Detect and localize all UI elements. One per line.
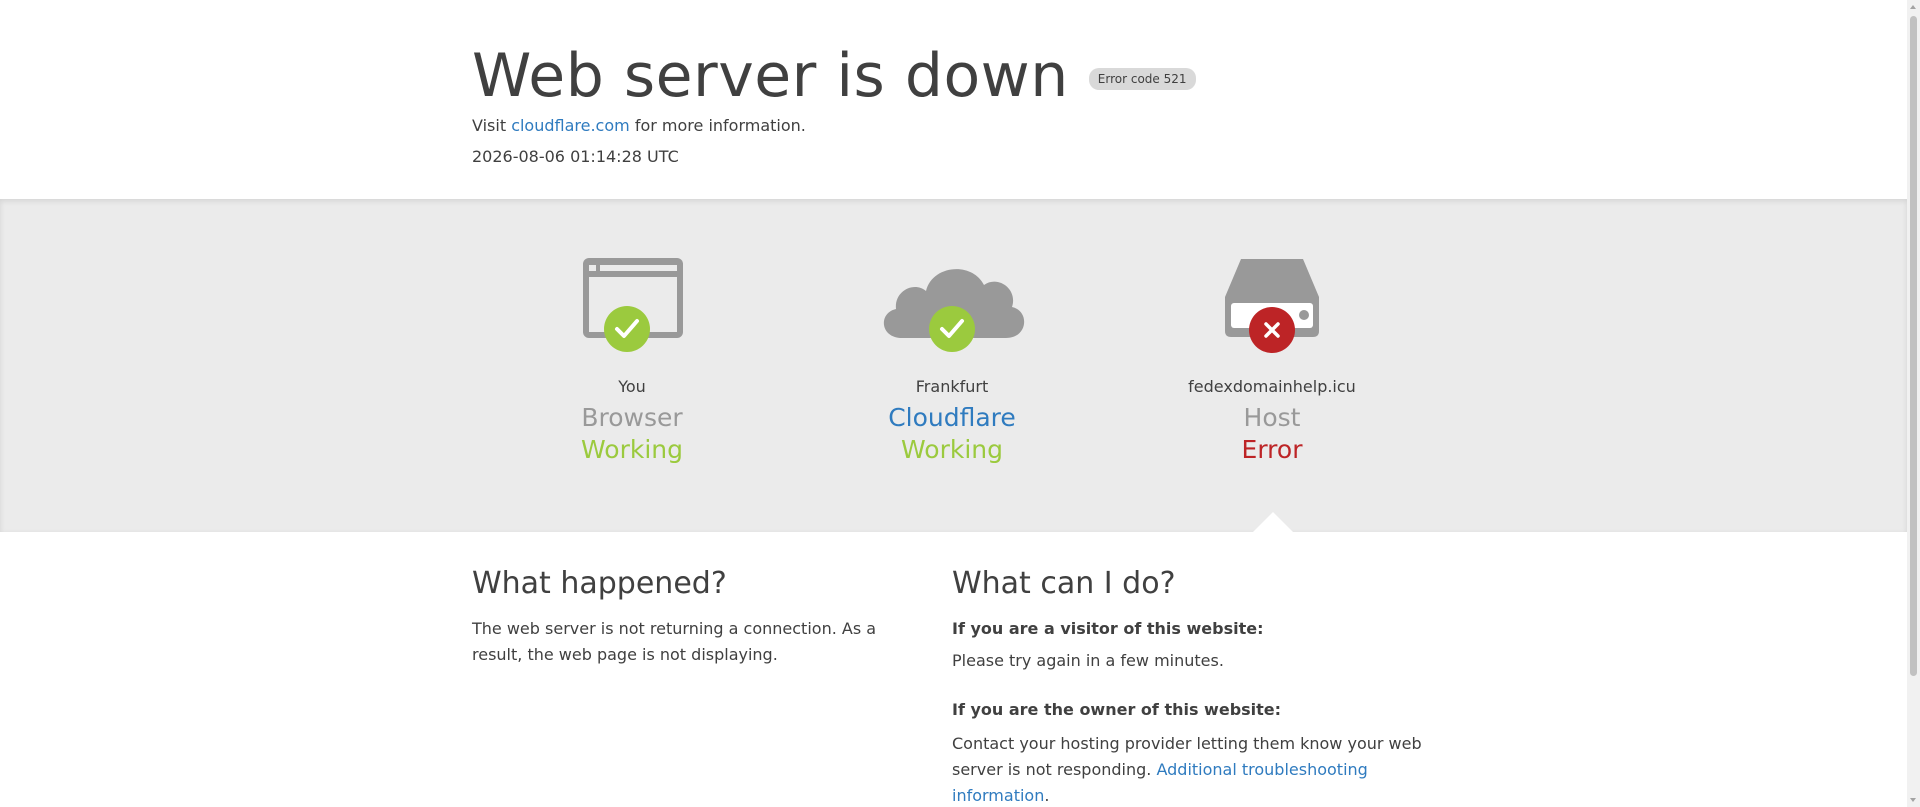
status-band: You Browser Working Frankfurt Cloudflare… — [0, 199, 1907, 532]
node-status: Working — [581, 435, 683, 464]
visit-prefix: Visit — [472, 116, 507, 135]
browser-icon — [583, 258, 683, 352]
status-node-host: fedexdomainhelp.icu Host Error — [1152, 255, 1392, 465]
visitor-body: Please try again in a few minutes. — [952, 651, 1224, 670]
host-pointer — [1253, 512, 1293, 532]
node-name: Browser — [581, 403, 683, 432]
node-location: You — [618, 377, 646, 396]
scroll-thumb[interactable] — [1910, 16, 1917, 676]
ok-check-icon — [604, 306, 650, 352]
cloud-icon — [883, 269, 1025, 352]
what-can-i-do-heading: What can I do? — [952, 566, 1176, 601]
ok-check-icon — [929, 306, 975, 352]
page-title: Web server is down — [472, 41, 1069, 111]
title-row: Web server is down Error code 521 — [472, 40, 1196, 112]
what-happened-column: What happened? The web server is not ret… — [472, 532, 892, 668]
server-icon — [1225, 259, 1319, 353]
what-happened-body: The web server is not returning a connec… — [472, 619, 877, 664]
info-line: Visit cloudflare.com for more informatio… — [472, 116, 806, 136]
scroll-up-arrow-icon[interactable] — [1907, 0, 1920, 14]
owner-suffix: . — [1044, 786, 1050, 805]
what-happened-heading: What happened? — [472, 566, 727, 601]
owner-heading: If you are the owner of this website: — [952, 700, 1282, 719]
node-location: Frankfurt — [915, 377, 989, 396]
node-location: fedexdomainhelp.icu — [1188, 377, 1356, 396]
node-status: Working — [901, 435, 1003, 464]
vertical-scrollbar[interactable] — [1907, 0, 1920, 807]
scroll-down-arrow-icon[interactable] — [1907, 793, 1920, 807]
cloudflare-link[interactable]: cloudflare.com — [511, 116, 630, 135]
status-node-browser: You Browser Working — [512, 255, 752, 465]
visit-suffix: for more information. — [634, 116, 806, 135]
what-can-i-do-column: What can I do? If you are a visitor of t… — [952, 532, 1452, 807]
visitor-heading: If you are a visitor of this website: — [952, 619, 1264, 638]
cloudflare-node-link[interactable]: Cloudflare — [832, 403, 1072, 433]
page-header: Web server is down Error code 521 Visit … — [0, 0, 1907, 199]
timestamp: 2026-08-06 01:14:28 UTC — [472, 147, 679, 166]
error-code-badge: Error code 521 — [1088, 68, 1196, 90]
status-node-cloudflare: Frankfurt Cloudflare Working — [832, 255, 1072, 465]
node-name: Host — [1243, 403, 1301, 432]
owner-paragraph: Contact your hosting provider letting th… — [952, 731, 1452, 807]
error-page: Web server is down Error code 521 Visit … — [0, 0, 1907, 807]
node-status: Error — [1241, 435, 1303, 464]
